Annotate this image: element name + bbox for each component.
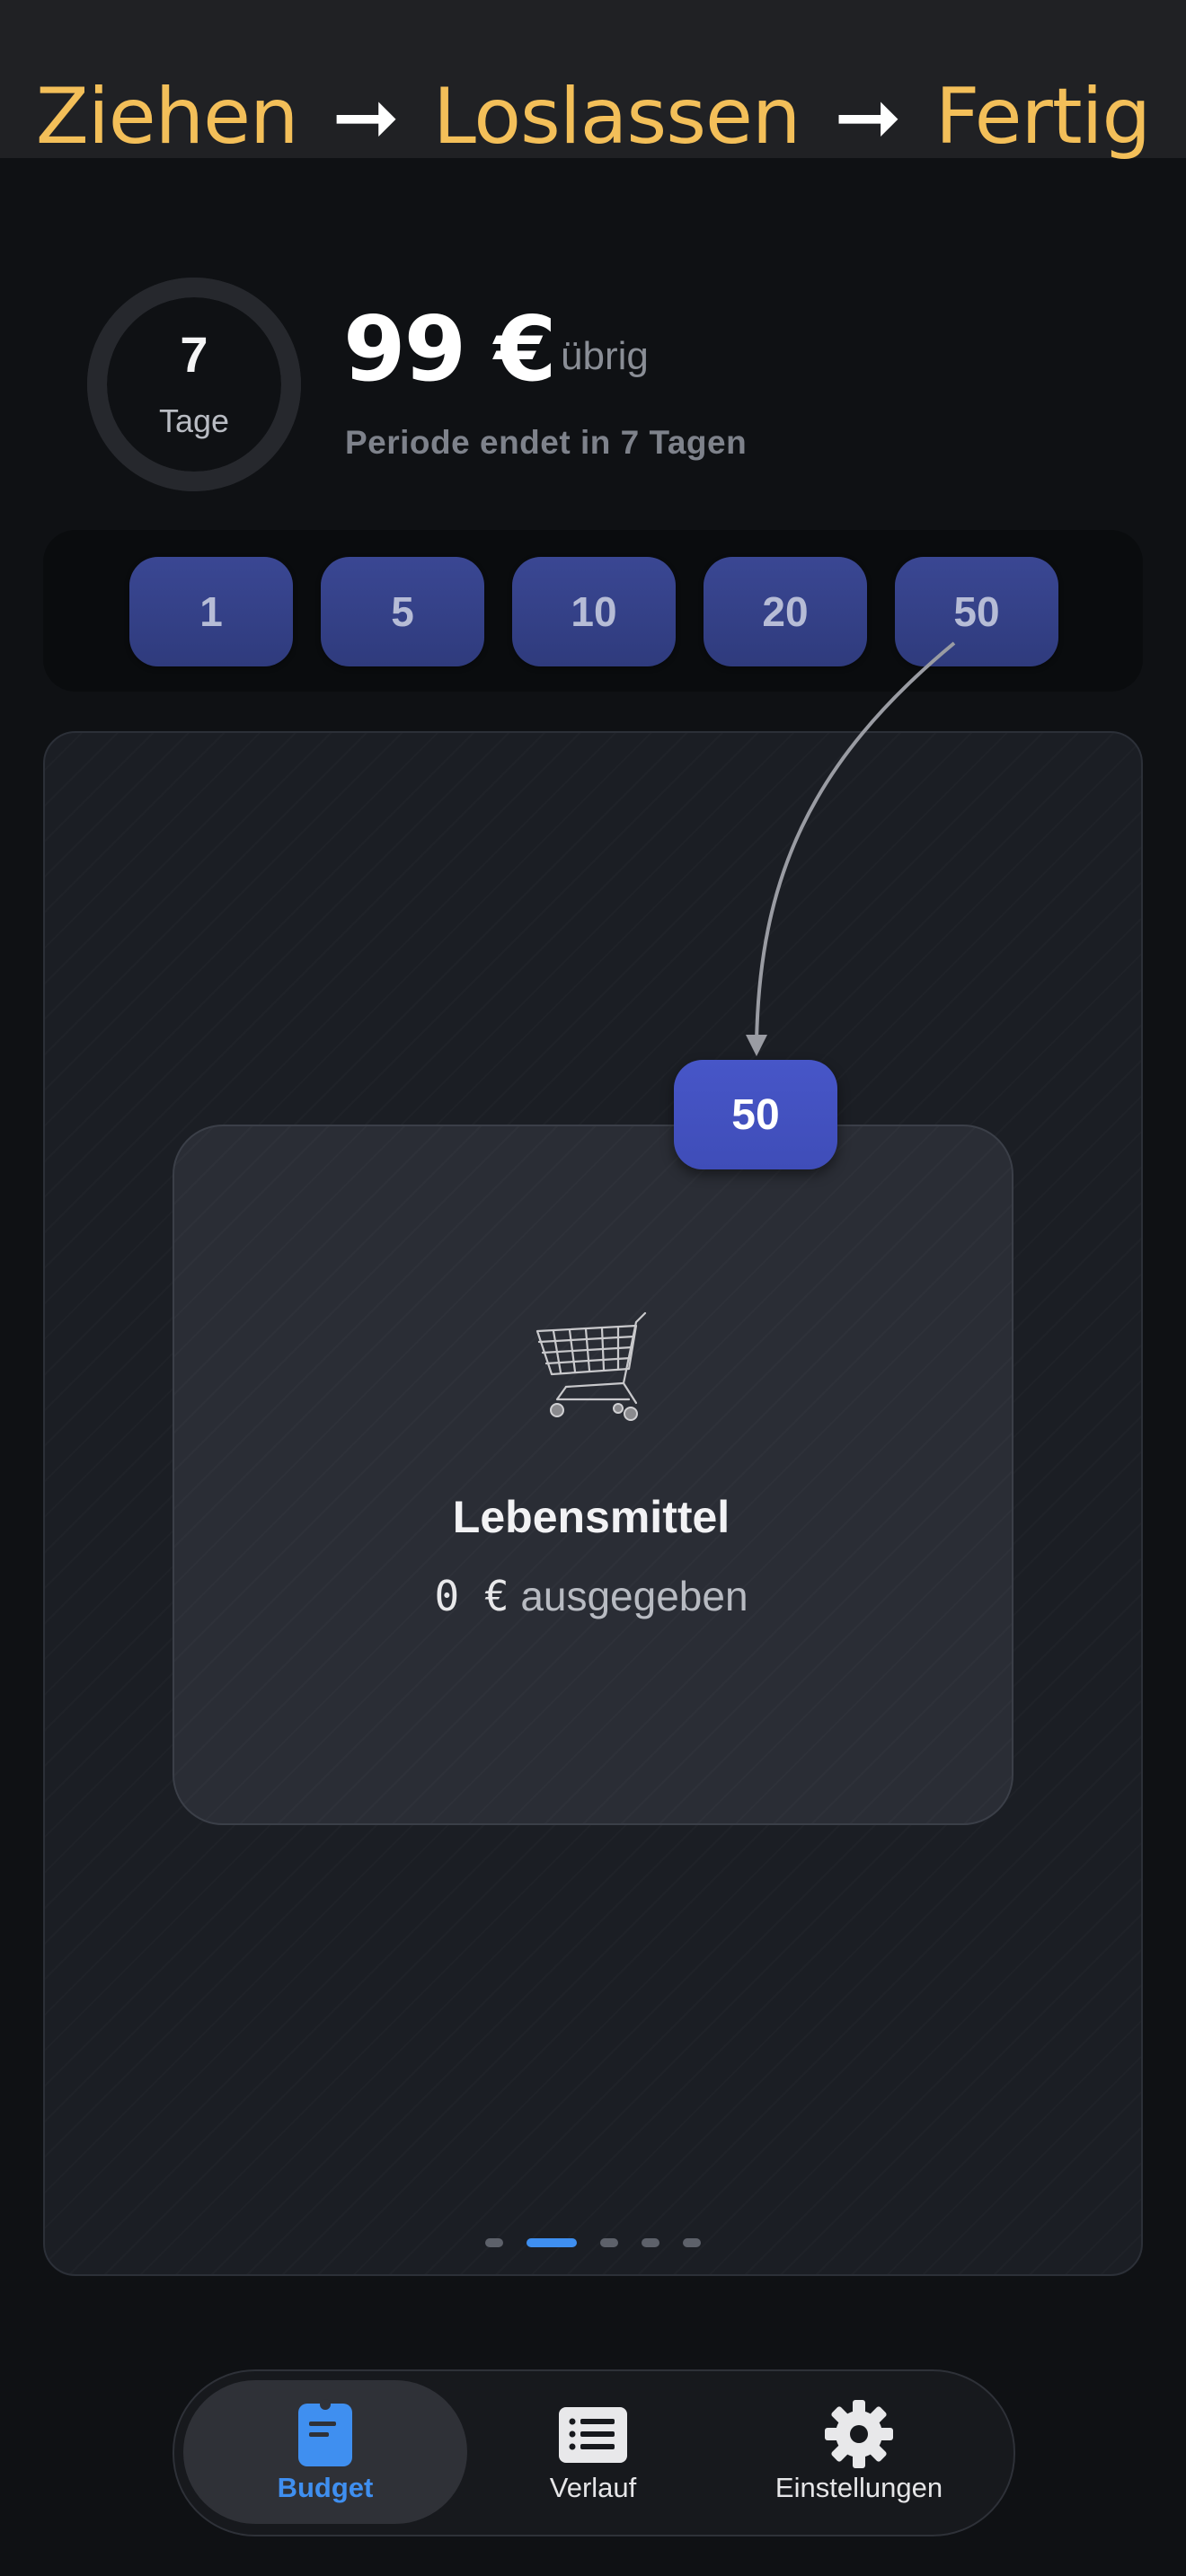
page-indicator <box>0 2238 1186 2249</box>
page-dot[interactable] <box>600 2238 618 2247</box>
dragging-chip[interactable]: 50 <box>674 1060 837 1169</box>
budget-icon <box>298 2399 352 2466</box>
page-dot[interactable] <box>642 2238 659 2247</box>
page-dot[interactable] <box>683 2238 701 2247</box>
tab-budget-label: Budget <box>277 2472 374 2503</box>
drag-hint-arrow <box>746 641 956 1056</box>
gear-icon <box>825 2400 893 2468</box>
page-dot-active[interactable] <box>527 2238 577 2247</box>
page-dot[interactable] <box>485 2238 503 2247</box>
tab-history-label: Verlauf <box>549 2472 637 2503</box>
tab-settings-label: Einstellungen <box>774 2472 943 2503</box>
history-list-icon <box>559 2407 627 2463</box>
